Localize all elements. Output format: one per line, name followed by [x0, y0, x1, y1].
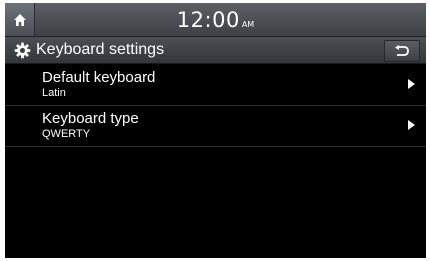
back-return-icon — [395, 45, 409, 56]
divider — [5, 146, 426, 147]
clock-ampm: AM — [241, 19, 255, 29]
gear-icon — [14, 42, 31, 59]
title-bar: Keyboard settings — [5, 37, 426, 64]
home-button[interactable] — [5, 3, 35, 36]
setting-label: Default keyboard — [42, 69, 156, 86]
screen: 12:00 AM Keyboard settings Default keybo… — [5, 3, 426, 258]
clock: 12:00 AM — [5, 3, 426, 36]
setting-default-keyboard[interactable]: Default keyboard Latin — [5, 65, 426, 105]
setting-label: Keyboard type — [42, 110, 139, 127]
page-title: Keyboard settings — [36, 41, 165, 58]
chevron-right-icon — [408, 120, 415, 130]
setting-keyboard-type[interactable]: Keyboard type QWERTY — [5, 106, 426, 146]
status-bar: 12:00 AM — [5, 3, 426, 37]
setting-value: Latin — [42, 87, 66, 99]
setting-value: QWERTY — [42, 128, 91, 140]
clock-time: 12:00 — [176, 7, 240, 32]
home-icon — [13, 13, 26, 26]
chevron-right-icon — [408, 79, 415, 89]
back-button[interactable] — [384, 40, 420, 62]
